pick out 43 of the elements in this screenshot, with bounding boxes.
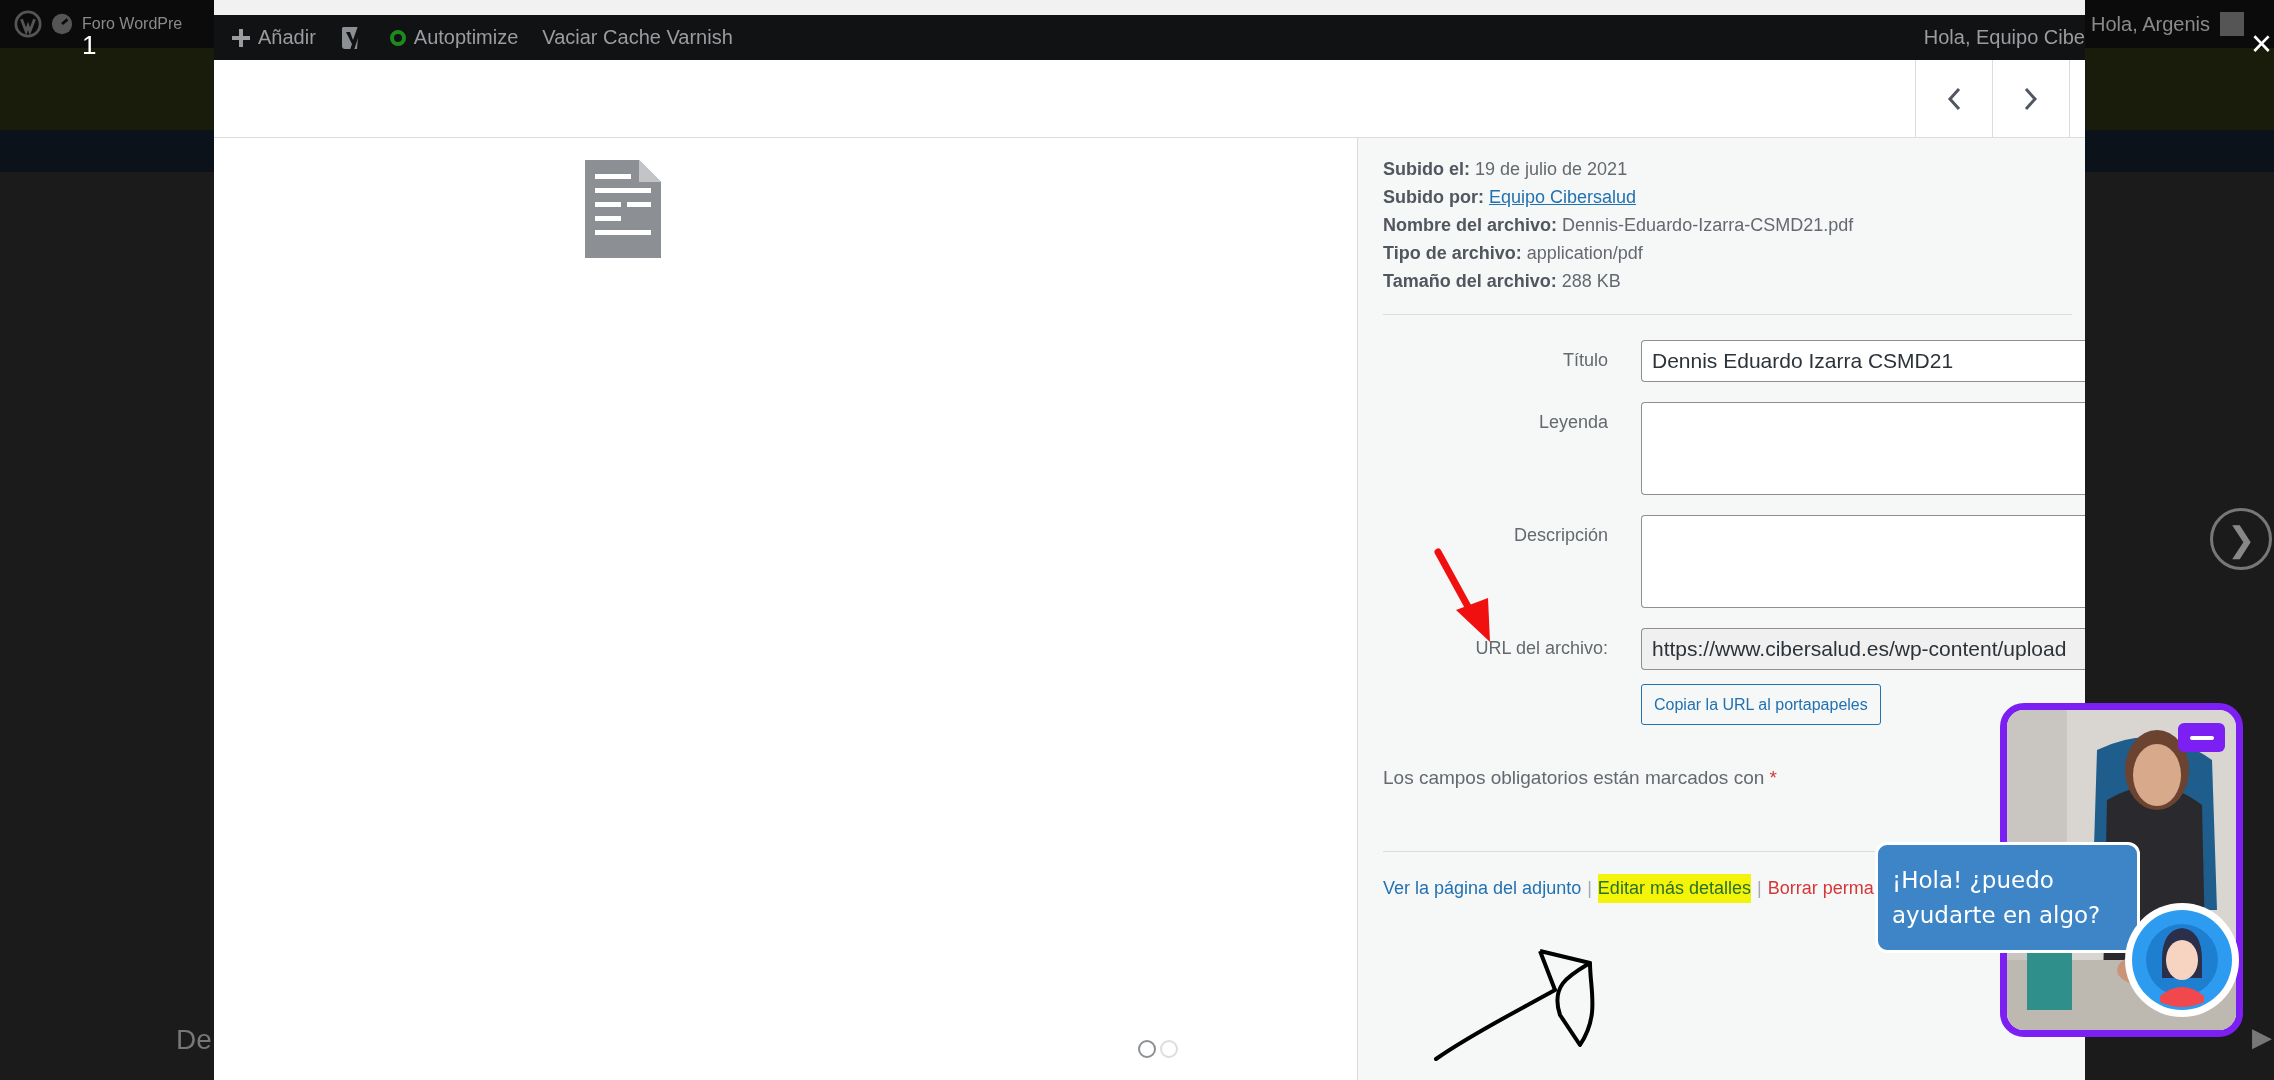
site-name[interactable]: Foro WordPre	[82, 15, 183, 33]
minimize-button[interactable]	[2178, 723, 2225, 752]
required-note: Los campos obligatorios están marcados con *	[1383, 767, 1778, 789]
action-link[interactable]: Editar más detalles	[1597, 874, 1751, 903]
detail-line: Tipo de archivo: application/pdf	[1383, 242, 1644, 264]
chat-avatar-icon[interactable]	[2122, 900, 2242, 1020]
detail-line: Subido por: Equipo Cibersalud	[1383, 186, 1638, 208]
separator: |	[1587, 878, 1592, 899]
field-label: URL del archivo:	[1474, 637, 1608, 659]
plus-icon	[232, 28, 250, 47]
chat-message: ¡Hola! ¿puedo ayudarte en algo?	[1875, 842, 2140, 953]
play-button[interactable]: ▶	[2252, 1022, 2272, 1053]
action-link[interactable]: Ver la página del adjunto	[1383, 874, 1582, 903]
user-greeting[interactable]: Hola, Argenis	[2091, 12, 2210, 36]
author-link[interactable]: Equipo Cibersalud	[1489, 187, 1637, 207]
copy-url-button[interactable]: Copiar la URL al portapapeles	[1641, 684, 1881, 725]
field-label: Título	[1561, 349, 1608, 371]
field-label: Descripción	[1512, 524, 1608, 546]
close-button[interactable]: ×	[2248, 26, 2274, 62]
add-new-link[interactable]: Añadir	[232, 26, 316, 49]
text-area[interactable]	[1641, 515, 2085, 608]
dashboard-icon[interactable]	[50, 12, 74, 36]
field-label: Leyenda	[1537, 411, 1608, 433]
user-greeting[interactable]: Hola, Equipo Cibe	[1923, 26, 2085, 49]
title-field[interactable]: Dennis Eduardo Izarra CSMD21	[1641, 340, 2085, 382]
autoptimize-menu[interactable]: Autoptimize	[389, 26, 519, 49]
separator: |	[1756, 878, 1762, 899]
detail-line: Tamaño del archivo: 288 KB	[1383, 270, 1622, 292]
admin-menu-link[interactable]: Vaciar Cache Varnish	[542, 26, 733, 49]
pager-dot[interactable]	[1138, 1040, 1156, 1058]
status-ring-icon	[389, 29, 406, 46]
image-counter: 1	[82, 30, 97, 61]
page-text: De	[176, 1024, 212, 1056]
chevron-right-icon	[2024, 86, 2038, 111]
detail-line: Subido el: 19 de julio de 2021	[1383, 158, 1629, 180]
document-icon	[585, 160, 661, 258]
detail-line: Nombre del archivo: Dennis-Eduardo-Izarra-CSMD21.pdf	[1383, 214, 1855, 236]
delete-link[interactable]: Borrar perma	[1767, 874, 1874, 903]
next-button[interactable]: ❯	[2210, 508, 2272, 570]
wordpress-logo-icon[interactable]	[14, 10, 42, 38]
chevron-left-icon	[1947, 86, 1961, 111]
text-area[interactable]	[1641, 402, 2085, 495]
url-field[interactable]: https://www.cibersalud.es/wp-content/upload	[1641, 628, 2085, 670]
